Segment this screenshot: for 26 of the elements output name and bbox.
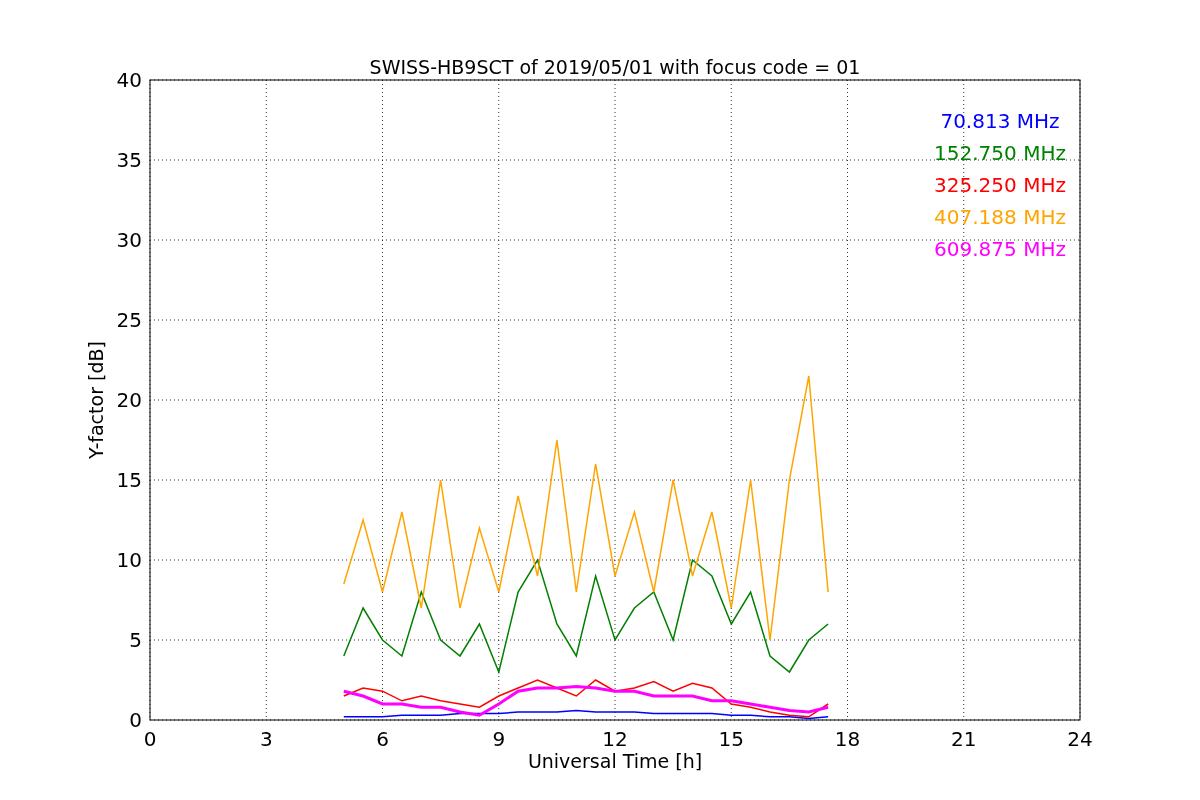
series-label: 609.875 MHz	[934, 237, 1066, 261]
x-tick-label: 12	[602, 727, 628, 751]
y-tick-label: 0	[129, 708, 142, 732]
x-tick-label: 0	[143, 727, 157, 751]
series-label: 152.750 MHz	[934, 141, 1066, 165]
y-axis-label: Y-factor [dB]	[85, 341, 107, 459]
y-tick-label: 35	[116, 148, 142, 172]
x-tick-label: 3	[259, 727, 273, 751]
x-tick-label: 18	[834, 727, 861, 751]
x-tick-label: 24	[1067, 727, 1093, 751]
y-tick-label: 25	[116, 308, 142, 332]
y-tick-label: 5	[129, 628, 142, 652]
x-tick-label: 21	[951, 727, 977, 751]
series-label: 70.813 MHz	[940, 109, 1060, 133]
x-tick-label: 15	[718, 727, 744, 751]
chart-title: SWISS-HB9SCT of 2019/05/01 with focus code = 01	[369, 56, 861, 78]
y-tick-label: 15	[116, 468, 142, 492]
y-tick-label: 40	[116, 68, 142, 92]
x-tick-label: 9	[492, 727, 506, 751]
y-tick-label: 20	[116, 388, 142, 412]
x-axis-label: Universal Time [h]	[527, 750, 703, 772]
y-tick-label: 10	[116, 548, 142, 572]
series-label: 325.250 MHz	[934, 173, 1066, 197]
series-label: 407.188 MHz	[934, 205, 1066, 229]
x-tick-label: 6	[376, 727, 389, 751]
y-tick-label: 30	[116, 228, 142, 252]
